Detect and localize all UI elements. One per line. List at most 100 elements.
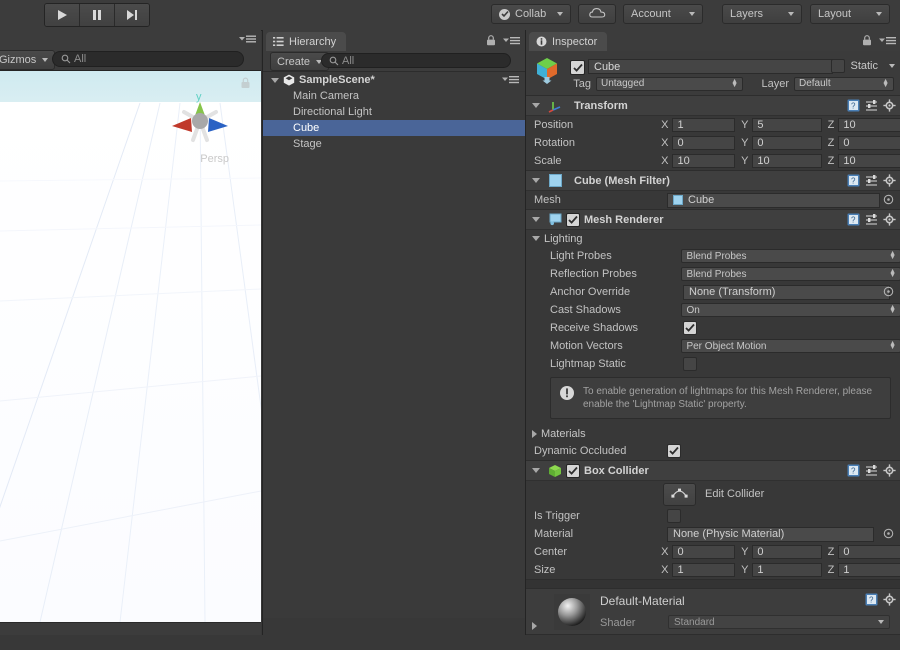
chevron-down-icon[interactable] — [532, 178, 540, 183]
help-icon[interactable]: ? — [847, 464, 860, 480]
dynamic-occluded-checkbox[interactable] — [667, 444, 681, 458]
hierarchy-scene-row[interactable]: SampleScene* — [263, 72, 525, 88]
scene-lock-icon[interactable] — [240, 77, 251, 89]
center-x-input[interactable]: 0 — [672, 545, 736, 559]
gear-icon[interactable] — [883, 99, 896, 115]
chevron-down-icon[interactable] — [532, 468, 540, 473]
size-z-input[interactable]: 1 — [838, 563, 900, 577]
chevron-right-icon[interactable] — [532, 429, 537, 438]
materials-foldout[interactable]: Materials — [526, 425, 900, 442]
help-icon[interactable]: ? — [847, 174, 860, 190]
motion-vectors-dropdown[interactable]: Per Object Motion ▲ ▼ — [681, 339, 900, 353]
shader-dropdown[interactable]: Standard — [668, 615, 890, 629]
scene-projection-label[interactable]: Persp — [200, 153, 229, 165]
physic-material-picker-icon[interactable] — [883, 528, 895, 540]
gizmos-label: Gizmos — [0, 54, 37, 66]
tab-inspector[interactable]: Inspector — [529, 32, 608, 51]
tag-dropdown[interactable]: Untagged ▲ ▼ — [596, 76, 743, 91]
anchor-picker-icon[interactable] — [883, 286, 895, 298]
mesh-renderer-header[interactable]: Mesh Renderer ? — [526, 210, 900, 230]
hierarchy-search-input[interactable]: All — [321, 53, 511, 68]
reflection-probes-dropdown[interactable]: Blend Probes ▲ ▼ — [681, 267, 900, 281]
anchor-override-field[interactable]: None (Transform) — [683, 284, 890, 300]
scene-view-menu-icon[interactable] — [237, 34, 257, 45]
mesh-renderer-enabled-checkbox[interactable] — [566, 212, 580, 227]
gear-icon[interactable] — [883, 464, 896, 480]
center-z-input[interactable]: 0 — [838, 545, 900, 559]
position-y-input[interactable]: 5 — [752, 118, 822, 132]
position-z-input[interactable]: 10 — [838, 118, 900, 132]
rotation-y-input[interactable]: 0 — [752, 136, 822, 150]
scale-x-input[interactable]: 10 — [672, 154, 736, 168]
hierarchy-item-main-camera[interactable]: Main Camera — [263, 88, 525, 104]
scene-row-menu-icon[interactable] — [501, 75, 520, 88]
gameobject-enabled-checkbox[interactable] — [570, 60, 585, 75]
play-button[interactable] — [45, 4, 80, 26]
chevron-down-icon[interactable] — [532, 236, 540, 241]
help-icon[interactable]: ? — [865, 593, 878, 609]
cloud-button[interactable] — [578, 4, 616, 24]
mesh-filter-header[interactable]: Cube (Mesh Filter) ? — [526, 171, 900, 191]
gear-icon[interactable] — [883, 593, 896, 609]
lightmap-static-checkbox[interactable] — [683, 357, 697, 371]
light-probes-label: Light Probes — [550, 250, 612, 262]
chevron-down-icon[interactable] — [889, 64, 895, 68]
rotation-x-input[interactable]: 0 — [672, 136, 736, 150]
account-button[interactable]: Account — [623, 4, 703, 24]
box-collider-enabled-checkbox[interactable] — [566, 463, 580, 478]
position-x-input[interactable]: 1 — [672, 118, 736, 132]
transform-header[interactable]: Transform ? — [526, 96, 900, 116]
scene-axis-gizmo[interactable]: y — [167, 88, 233, 154]
preset-icon[interactable] — [865, 99, 878, 115]
static-checkbox[interactable] — [831, 59, 846, 73]
tab-hierarchy[interactable]: Hierarchy — [266, 32, 347, 51]
mesh-picker-icon[interactable] — [883, 194, 895, 206]
hierarchy-lock-icon[interactable] — [486, 35, 496, 49]
scene-viewport[interactable]: y Persp — [0, 71, 261, 622]
gizmos-dropdown[interactable]: Gizmos — [0, 50, 56, 70]
center-z-value: 0 — [843, 546, 850, 558]
scene-search-input[interactable]: All — [52, 51, 244, 67]
preset-icon[interactable] — [865, 174, 878, 190]
chevron-down-icon[interactable] — [532, 103, 540, 108]
static-toggle[interactable]: Static — [831, 59, 895, 73]
inspector-lock-icon[interactable] — [862, 35, 872, 49]
gameobject-name-input[interactable]: Cube — [588, 59, 833, 74]
layer-dropdown[interactable]: Default ▲ ▼ — [794, 76, 894, 91]
scale-z-input[interactable]: 10 — [838, 154, 900, 168]
hierarchy-menu-icon[interactable] — [502, 36, 521, 49]
step-button[interactable] — [115, 4, 149, 26]
inspector-menu-icon[interactable] — [878, 36, 897, 49]
chevron-down-icon[interactable] — [532, 217, 540, 222]
lighting-foldout[interactable]: Lighting — [526, 230, 900, 247]
light-probes-dropdown[interactable]: Blend Probes ▲ ▼ — [681, 249, 900, 263]
is-trigger-checkbox[interactable] — [667, 509, 681, 523]
pause-button[interactable] — [80, 4, 115, 26]
help-icon[interactable]: ? — [847, 213, 860, 229]
layout-button[interactable]: Layout — [810, 4, 890, 24]
edit-collider-label: Edit Collider — [705, 488, 765, 500]
receive-shadows-checkbox[interactable] — [683, 321, 697, 335]
gear-icon[interactable] — [883, 174, 896, 190]
cast-shadows-dropdown[interactable]: On ▲ ▼ — [681, 303, 900, 317]
hierarchy-item-directional-light[interactable]: Directional Light — [263, 104, 525, 120]
layers-button[interactable]: Layers — [722, 4, 802, 24]
size-x-input[interactable]: 1 — [672, 563, 736, 577]
hierarchy-item-stage[interactable]: Stage — [263, 136, 525, 152]
edit-collider-button[interactable] — [663, 482, 696, 506]
mesh-object-field[interactable]: Cube — [667, 192, 880, 208]
box-collider-header[interactable]: Box Collider ? — [526, 461, 900, 481]
chevron-down-icon[interactable] — [271, 77, 279, 83]
physic-material-field[interactable]: None (Physic Material) — [667, 526, 874, 542]
preset-icon[interactable] — [865, 213, 878, 229]
collab-button[interactable]: Collab — [491, 4, 571, 24]
preset-icon[interactable] — [865, 464, 878, 480]
hierarchy-item-cube[interactable]: Cube — [263, 120, 525, 136]
size-y-input[interactable]: 1 — [752, 563, 822, 577]
gear-icon[interactable] — [883, 213, 896, 229]
help-icon[interactable]: ? — [847, 99, 860, 115]
center-y-input[interactable]: 0 — [752, 545, 822, 559]
rotation-z-input[interactable]: 0 — [838, 136, 900, 150]
hierarchy-item-label: Directional Light — [293, 106, 372, 118]
scale-y-input[interactable]: 10 — [752, 154, 822, 168]
